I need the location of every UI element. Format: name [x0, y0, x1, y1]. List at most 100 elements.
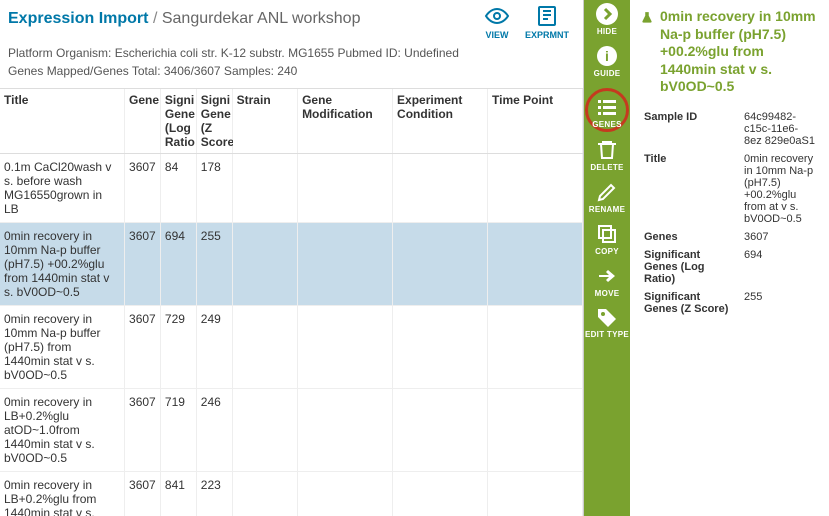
cell: 3607 [125, 389, 161, 472]
cell: 3607 [125, 154, 161, 223]
copy-button[interactable]: COPY [595, 222, 619, 256]
col-cond[interactable]: Experiment Condition [393, 89, 488, 154]
experiments-table: Title Gene SigniGene(LogRatio SigniGene(… [0, 89, 583, 516]
chevron-right-icon [595, 2, 619, 26]
delete-button[interactable]: DELETE [590, 138, 623, 172]
tag-icon [595, 306, 619, 330]
detail-table: Sample ID 64c99482-c15c-11e6-8ez 829e0aS… [640, 108, 819, 318]
cell [298, 389, 393, 472]
detail-title-row: 0min recovery in 10mm Na-p buffer (pH7.5… [640, 8, 819, 96]
cell: 84 [160, 154, 196, 223]
cell [393, 389, 488, 472]
action-bar: HIDE i GUIDE GENES DELETE RENAME COPY MO… [584, 0, 630, 516]
col-sig-z[interactable]: SigniGene(ZScore [196, 89, 232, 154]
cell [393, 472, 488, 516]
breadcrumb-sep: / [153, 10, 157, 27]
edit-type-button[interactable]: EDIT TYPE [585, 306, 629, 339]
detail-row-sampleid: Sample ID 64c99482-c15c-11e6-8ez 829e0aS… [640, 108, 819, 150]
trash-icon [595, 138, 619, 162]
detail-value-sig1: 694 [740, 246, 819, 288]
exprmnt-label: EXPRMNT [525, 30, 569, 40]
svg-text:i: i [605, 48, 609, 64]
main-panel: Expression Import / Sangurdekar ANL work… [0, 0, 584, 516]
info-icon: i [595, 44, 619, 68]
cell [298, 154, 393, 223]
cell [393, 306, 488, 389]
detail-panel: 0min recovery in 10mm Na-p buffer (pH7.5… [630, 0, 829, 516]
cell: 3607 [125, 223, 161, 306]
table-wrap[interactable]: + Title Gene SigniGene(LogRatio SigniGen… [0, 88, 583, 516]
cell [393, 154, 488, 223]
guide-button[interactable]: i GUIDE [594, 44, 621, 78]
detail-row-genes: Genes 3607 [640, 228, 819, 246]
meta-line2: Genes Mapped/Genes Total: 3406/3607 Samp… [8, 62, 575, 80]
cell [488, 154, 583, 223]
cell: 3607 [125, 472, 161, 516]
cell: 0min recovery in LB+0.2%glu from 1440min… [0, 472, 125, 516]
copy-icon [595, 222, 619, 246]
table-row[interactable]: 0min recovery in LB+0.2%glu from 1440min… [0, 472, 583, 516]
detail-value-title: 0min recovery in 10mm Na-p (pH7.5) +00.2… [740, 150, 819, 228]
col-tp[interactable]: Time Point [488, 89, 583, 154]
detail-label-sampleid: Sample ID [640, 108, 740, 150]
detail-value-genes: 3607 [740, 228, 819, 246]
top-icons: VIEW EXPRMNT [477, 4, 575, 40]
cell [232, 472, 297, 516]
col-sig-log[interactable]: SigniGene(LogRatio [160, 89, 196, 154]
experiment-icon [533, 4, 561, 28]
move-button[interactable]: MOVE [595, 264, 620, 298]
view-label: VIEW [485, 30, 508, 40]
genes-button[interactable]: GENES [585, 88, 629, 132]
rename-button[interactable]: RENAME [589, 180, 625, 214]
cell [298, 472, 393, 516]
breadcrumb-name: Sangurdekar ANL workshop [162, 10, 361, 27]
detail-title: 0min recovery in 10mm Na-p buffer (pH7.5… [660, 8, 819, 96]
detail-label-title: Title [640, 150, 740, 228]
col-strain[interactable]: Strain [232, 89, 297, 154]
flask-icon [640, 10, 654, 26]
cell: 729 [160, 306, 196, 389]
detail-row-title: Title 0min recovery in 10mm Na-p (pH7.5)… [640, 150, 819, 228]
view-button[interactable]: VIEW [477, 4, 517, 40]
cell [232, 306, 297, 389]
cell: 3607 [125, 306, 161, 389]
cell [393, 223, 488, 306]
detail-label-genes: Genes [640, 228, 740, 246]
cell: 223 [196, 472, 232, 516]
table-row[interactable]: 0min recovery in LB+0.2%glu atOD~1.0from… [0, 389, 583, 472]
cell [298, 306, 393, 389]
cell [488, 306, 583, 389]
col-mod[interactable]: Gene Modification [298, 89, 393, 154]
col-gene[interactable]: Gene [125, 89, 161, 154]
cell [232, 223, 297, 306]
detail-label-sig2: Significant Genes (Z Score) [640, 288, 740, 318]
table-row[interactable]: 0min recovery in 10mm Na-p buffer (pH7.5… [0, 306, 583, 389]
cell: 246 [196, 389, 232, 472]
cell: 0.1m CaCl20wash v s. before wash MG16550… [0, 154, 125, 223]
detail-row-sig2: Significant Genes (Z Score) 255 [640, 288, 819, 318]
arrow-right-icon [595, 264, 619, 288]
cell: 0min recovery in 10mm Na-p buffer (pH7.5… [0, 306, 125, 389]
cell [488, 389, 583, 472]
list-icon [595, 95, 619, 119]
cell: 255 [196, 223, 232, 306]
header-row: Expression Import / Sangurdekar ANL work… [0, 0, 583, 40]
breadcrumb: Expression Import / Sangurdekar ANL work… [8, 4, 477, 28]
detail-value-sig2: 255 [740, 288, 819, 318]
cell: 178 [196, 154, 232, 223]
table-row[interactable]: 0.1m CaCl20wash v s. before wash MG16550… [0, 154, 583, 223]
col-title[interactable]: Title [0, 89, 125, 154]
breadcrumb-section[interactable]: Expression Import [8, 10, 148, 27]
meta-line1: Platform Organism: Escherichia coli str.… [8, 44, 575, 62]
cell [488, 472, 583, 516]
cell [488, 223, 583, 306]
hide-button[interactable]: HIDE [595, 2, 619, 36]
table-row[interactable]: 0min recovery in 10mm Na-p buffer (pH7.5… [0, 223, 583, 306]
meta-info: Platform Organism: Escherichia coli str.… [0, 40, 583, 88]
exprmnt-button[interactable]: EXPRMNT [519, 4, 575, 40]
cell [232, 389, 297, 472]
cell [298, 223, 393, 306]
cell: 249 [196, 306, 232, 389]
table-header-row: Title Gene SigniGene(LogRatio SigniGene(… [0, 89, 583, 154]
detail-label-sig1: Significant Genes (Log Ratio) [640, 246, 740, 288]
